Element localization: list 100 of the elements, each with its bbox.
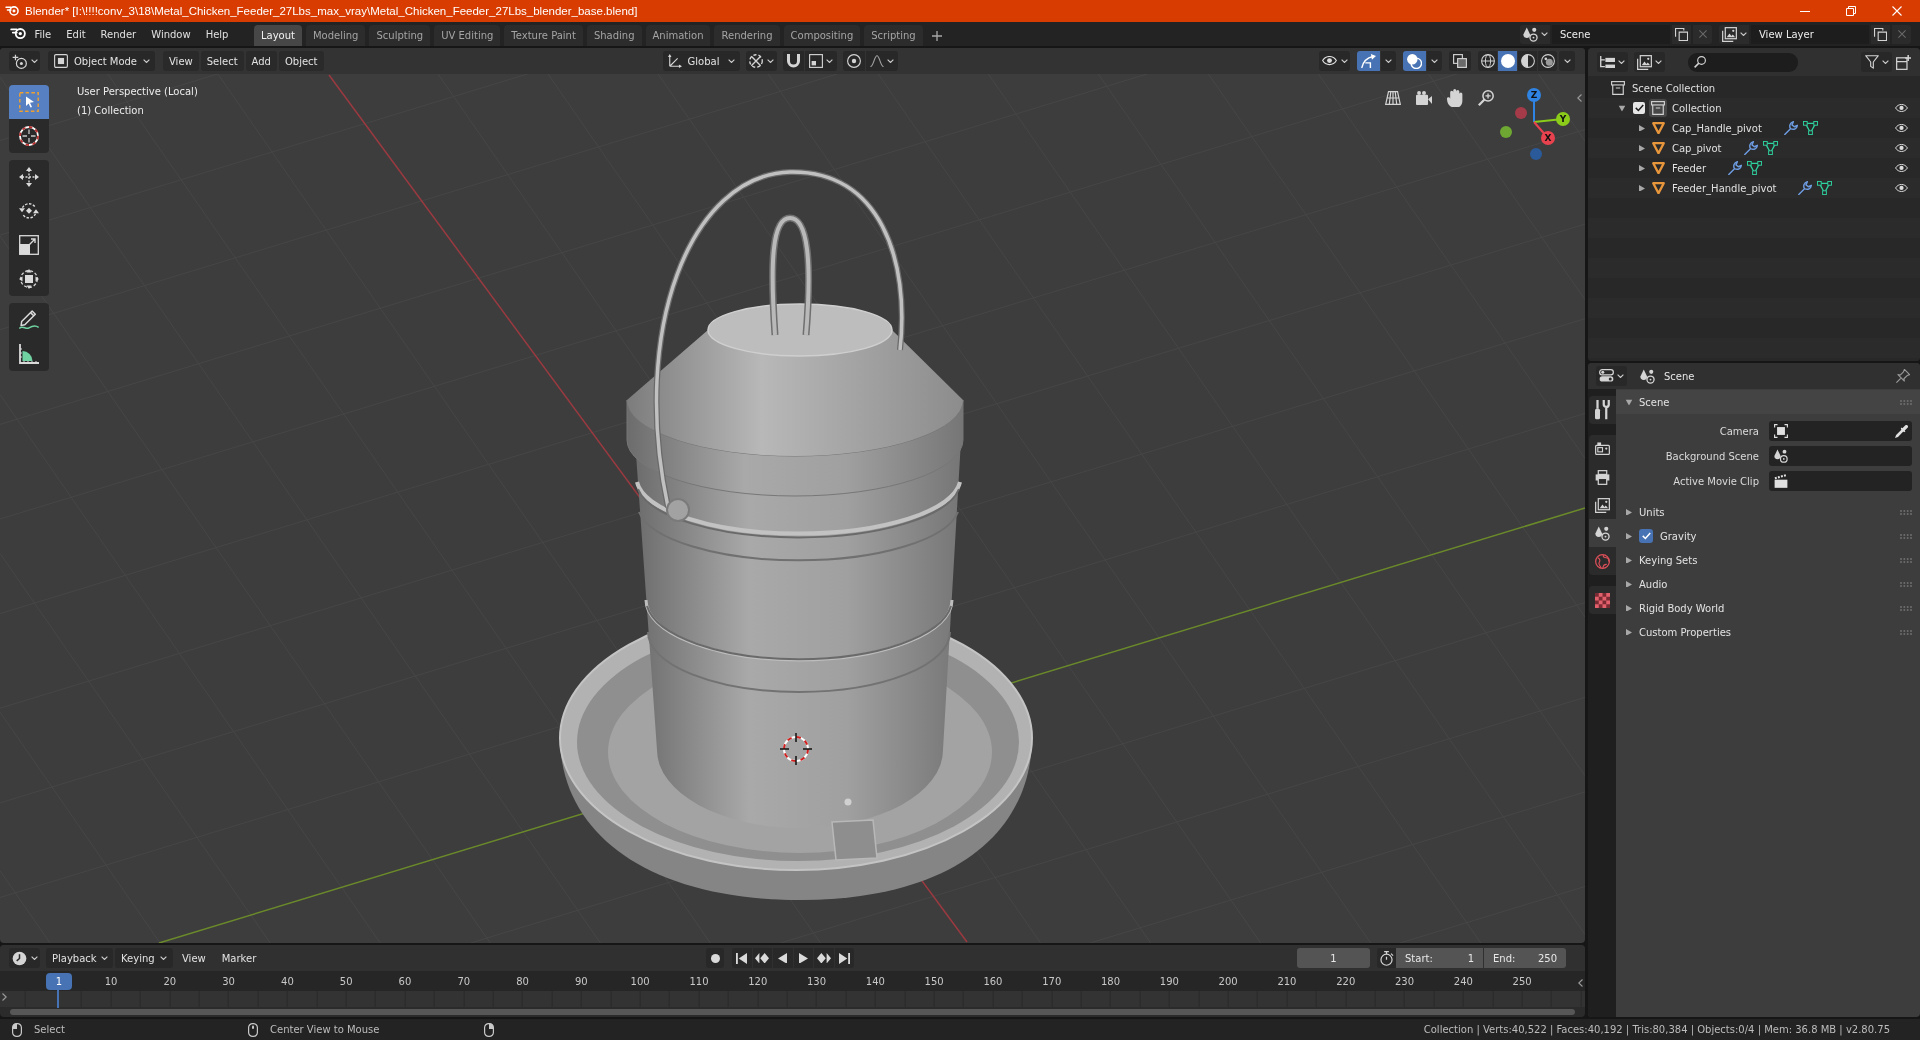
select-box-tool[interactable] [9,85,49,119]
current-frame-field[interactable]: 1 [1297,948,1370,968]
orientation-dropdown[interactable]: Global [662,51,740,71]
filter-dropdown[interactable] [1861,52,1892,72]
y-axis-handle[interactable]: Y [1533,112,1570,126]
workspace-tab[interactable]: Modeling [305,25,366,46]
mesh-data-icon[interactable] [1747,160,1763,175]
properties-tab[interactable] [1589,396,1616,424]
play-reverse-button[interactable] [773,948,793,968]
panel-header[interactable]: Scene [1616,390,1920,414]
shading-mode-button[interactable] [1518,51,1537,71]
workspace-tab[interactable]: Shading [586,25,642,46]
browse-button[interactable] [1520,24,1550,44]
new-collection-button[interactable] [1896,52,1911,72]
properties-tab[interactable] [1589,435,1616,463]
properties-tab[interactable] [1589,586,1616,614]
eye-icon[interactable] [1895,144,1908,152]
panel-header[interactable]: Rigid Body World [1616,596,1920,620]
editor-type-button[interactable] [1597,52,1628,72]
display-mode-dropdown[interactable] [1634,52,1665,72]
gizmo-toggle[interactable] [1357,51,1380,71]
end-frame-field[interactable]: End: 250 [1484,948,1566,968]
shading-mode-button[interactable] [1498,51,1517,71]
checkbox[interactable] [1639,529,1653,543]
menu-item[interactable]: Render [93,24,144,44]
measure-tool[interactable] [9,337,49,371]
checkbox[interactable] [1633,102,1645,114]
menu-item[interactable]: File [27,24,59,44]
record-button[interactable] [706,948,725,968]
menu-item[interactable]: Help [198,24,236,44]
x-axis-handle[interactable]: X [1533,121,1555,145]
tree-item-label[interactable]: Cap_Handle_pivot [1672,122,1762,134]
xray-toggle[interactable] [1449,51,1471,71]
menu-button[interactable]: Marker [214,948,264,968]
visibility-dropdown[interactable] [1319,51,1350,71]
eye-icon[interactable] [1895,124,1908,132]
menu-item[interactable]: Edit [58,24,94,44]
play-button[interactable] [793,948,814,968]
jump-to-start-button[interactable] [732,948,752,968]
panel-header[interactable]: Audio [1616,572,1920,596]
tree-item-label[interactable]: Collection [1672,102,1722,114]
preview-range-toggle[interactable] [1377,948,1396,968]
panel-header[interactable]: Custom Properties [1616,620,1920,644]
workspace-tab[interactable]: Texture Paint [504,25,583,46]
snap-target-dropdown[interactable] [804,51,837,71]
tree-item-label[interactable]: Cap_pivot [1672,142,1722,154]
disclosure-triangle-icon[interactable] [1639,184,1645,192]
view-layer-field[interactable]: View Layer [1751,24,1869,44]
menu-button[interactable]: View [163,51,199,71]
editor-type-button[interactable] [1596,366,1627,386]
wrench-icon[interactable] [1743,140,1758,156]
workspace-tab[interactable]: Layout [253,25,302,46]
camera-field[interactable] [1769,421,1912,441]
menu-button[interactable]: Object [278,51,324,71]
negative-x-axis-handle[interactable] [1515,107,1527,119]
tree-item-label[interactable]: Scene Collection [1632,82,1716,94]
wrench-icon[interactable] [1728,160,1743,176]
playhead-marker[interactable]: 1 [46,973,72,990]
scene-field[interactable] [1769,446,1912,466]
editor-type-button[interactable] [9,51,40,71]
z-axis-handle[interactable]: Z [1527,88,1541,123]
falloff-dropdown[interactable] [865,51,898,71]
mesh-data-icon[interactable] [1762,140,1778,155]
disclosure-triangle-icon[interactable] [1639,124,1645,132]
tree-item-label[interactable]: Feeder_Handle_pivot [1672,182,1777,194]
mesh-data-icon[interactable] [1802,120,1818,135]
menu-button[interactable]: Select [200,51,244,71]
panel-header[interactable]: Keying Sets [1616,548,1920,572]
workspace-tab[interactable]: Scripting [864,25,923,46]
disclosure-triangle-icon[interactable] [1639,164,1645,172]
workspace-tab[interactable]: Rendering [714,25,780,46]
duplicate-button[interactable] [1871,24,1890,44]
duplicate-button[interactable] [1672,24,1691,44]
negative-y-axis-handle[interactable] [1500,126,1512,138]
next-keyframe-button[interactable] [814,948,834,968]
eye-icon[interactable] [1895,164,1908,172]
dropdown-menu[interactable]: Playback [46,948,113,968]
eyedropper-icon[interactable] [1895,424,1908,438]
workspace-tab[interactable]: Compositing [783,25,861,46]
menu-item[interactable]: Window [143,24,199,44]
overlay-toggle[interactable] [1403,51,1426,71]
properties-tab[interactable] [1589,491,1616,519]
mesh-data-icon[interactable] [1817,180,1833,195]
properties-tab[interactable] [1589,519,1616,547]
move-tool[interactable] [9,160,49,194]
search-field[interactable] [1688,52,1798,72]
eye-icon[interactable] [1895,104,1908,112]
shading-mode-button[interactable] [1538,51,1557,71]
workspace-tab[interactable]: Animation [645,25,711,46]
disclosure-triangle-icon[interactable] [1639,144,1645,152]
menu-button[interactable]: View [175,948,213,968]
workspace-tab[interactable]: UV Editing [434,25,501,46]
panel-header[interactable]: Units [1616,500,1920,524]
proportional-edit-toggle[interactable] [842,51,865,71]
wrench-icon[interactable] [1798,180,1813,196]
disclosure-triangle-icon[interactable] [1618,105,1626,111]
movie-clip-field[interactable] [1769,471,1912,491]
dropdown-menu[interactable]: Keying [115,948,173,968]
panel-header[interactable]: Gravity [1616,524,1920,548]
browse-button[interactable] [1719,24,1749,44]
